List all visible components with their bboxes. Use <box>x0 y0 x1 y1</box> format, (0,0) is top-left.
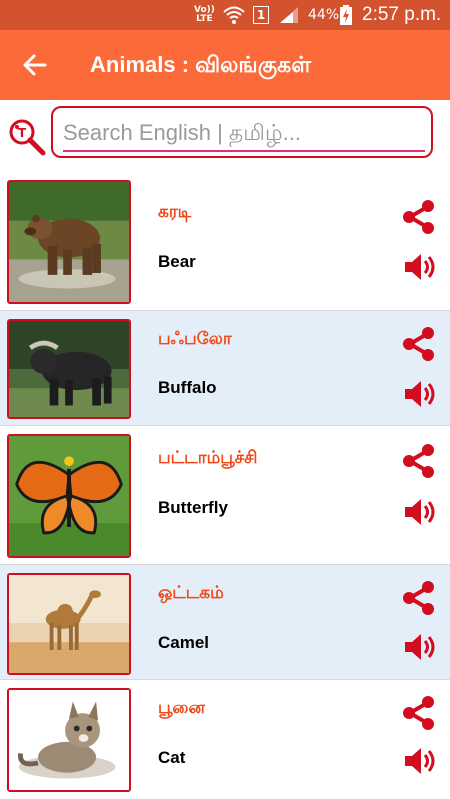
share-button[interactable] <box>401 695 437 731</box>
buffalo-photo <box>7 319 131 419</box>
battery-charging-icon <box>339 0 353 30</box>
share-button[interactable] <box>401 580 437 616</box>
list-item[interactable]: பஃபலோ Buffalo <box>0 311 450 426</box>
speaker-icon <box>405 499 435 525</box>
volte-bottom-text: LTE <box>196 14 213 24</box>
english-name: Butterfly <box>158 498 228 517</box>
sound-button[interactable] <box>403 632 439 662</box>
speaker-icon <box>405 748 435 774</box>
page-title: Animals : விலங்குகள் <box>90 52 312 77</box>
speaker-icon <box>405 254 435 280</box>
tamil-name: பூனை <box>158 698 205 718</box>
list-item[interactable]: பட்டாம்பூச்சி Butterfly <box>0 426 450 565</box>
share-icon <box>403 444 434 478</box>
share-button[interactable] <box>401 443 437 479</box>
wifi-icon <box>222 0 246 30</box>
speaker-icon <box>405 634 435 660</box>
search-input[interactable] <box>63 116 423 150</box>
tamil-name: ஒட்டகம் <box>158 583 224 603</box>
butterfly-photo <box>7 434 131 558</box>
sim-slot-badge: 1 <box>253 6 269 24</box>
english-name: Buffalo <box>158 378 217 397</box>
search-box <box>51 106 433 158</box>
share-button[interactable] <box>401 326 437 362</box>
list-item[interactable]: கரடி Bear <box>0 170 450 311</box>
search-bar: T <box>0 100 450 170</box>
tamil-name: பட்டாம்பூச்சி <box>158 448 258 468</box>
app-bar: Animals : விலங்குகள் <box>0 30 450 100</box>
signal-icon <box>278 0 300 30</box>
volte-indicator: Vo)) LTE <box>194 0 215 30</box>
share-icon <box>403 696 434 730</box>
english-name: Bear <box>158 252 196 271</box>
english-name: Camel <box>158 633 210 652</box>
share-icon <box>403 581 434 615</box>
list-item[interactable]: ஒட்டகம் Camel <box>0 565 450 680</box>
sound-button[interactable] <box>403 746 439 776</box>
share-button[interactable] <box>401 199 437 235</box>
animal-list: கரடி Bear பஃபலோ Buffalo பட்டாம்பூச்சி Bu… <box>0 170 450 800</box>
sound-button[interactable] <box>403 252 439 282</box>
tamil-name: பஃபலோ <box>158 329 232 349</box>
clock: 2:57 p.m. <box>362 4 442 25</box>
battery-percent: 44% <box>308 7 340 23</box>
speaker-icon <box>405 381 435 407</box>
camel-photo <box>7 573 131 675</box>
bear-photo <box>7 180 131 304</box>
english-name: Cat <box>158 748 186 767</box>
svg-text:T: T <box>18 126 27 140</box>
sound-button[interactable] <box>403 497 439 527</box>
translate-search-icon[interactable]: T <box>8 118 46 156</box>
search-underline <box>63 150 425 152</box>
cat-photo <box>7 688 131 792</box>
share-icon <box>403 327 434 361</box>
back-button[interactable] <box>20 50 50 80</box>
list-item[interactable]: பூனை Cat <box>0 680 450 800</box>
sound-button[interactable] <box>403 379 439 409</box>
tamil-name: கரடி <box>158 202 192 222</box>
share-icon <box>403 200 434 234</box>
arrow-left-icon <box>23 54 47 76</box>
status-bar: Vo)) LTE 1 44% 2:57 p.m. <box>0 0 450 30</box>
